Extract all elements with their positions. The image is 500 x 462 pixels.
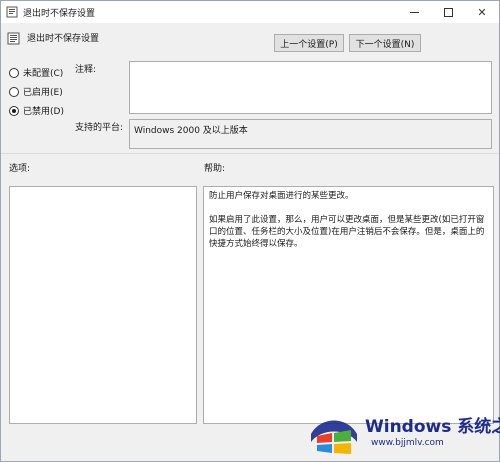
radio-button[interactable] xyxy=(9,105,19,116)
radio-selected-dot xyxy=(12,108,16,113)
help-paragraph: 防止用户保存对桌面进行的某些更改。 xyxy=(209,191,354,201)
options-panel[interactable] xyxy=(9,186,197,424)
comment-textarea[interactable] xyxy=(129,61,492,114)
radio-label: 未配置(C) xyxy=(23,69,64,79)
supported-platform-field: Windows 2000 及以上版本 xyxy=(129,119,492,149)
minimize-button[interactable] xyxy=(397,1,431,23)
radio-label: 已禁用(D) xyxy=(23,107,64,117)
window-title: 退出时不保存设置 xyxy=(23,9,96,19)
radio-not-configured[interactable]: 未配置(C) xyxy=(9,66,63,79)
policy-document-icon xyxy=(7,32,20,45)
radio-button[interactable] xyxy=(9,86,19,97)
minimize-icon xyxy=(409,11,419,13)
help-panel[interactable]: 防止用户保存对桌面进行的某些更改。 如果启用了此设置，那么，用户可以更改桌面，但… xyxy=(203,186,494,424)
close-button[interactable]: ✕ xyxy=(465,1,499,23)
policy-setting-icon xyxy=(6,6,18,18)
section-divider xyxy=(1,153,499,154)
watermark-url: www.bjjmlv.com xyxy=(371,438,444,448)
policy-window: 退出时不保存设置 ✕ 退出时不保存设置 上一个设置(P) 下一个设置(N) 未配… xyxy=(0,0,500,462)
watermark: Windows 系统之家 www.bjjmlv.com xyxy=(307,406,500,456)
radio-disabled[interactable]: 已禁用(D) xyxy=(9,104,64,117)
radio-enabled[interactable]: 已启用(E) xyxy=(9,85,63,98)
previous-setting-button[interactable]: 上一个设置(P) xyxy=(274,34,344,52)
radio-button[interactable] xyxy=(9,67,19,78)
title-bar[interactable]: 退出时不保存设置 ✕ xyxy=(1,1,499,23)
close-icon: ✕ xyxy=(477,5,487,19)
windows-logo-icon xyxy=(311,420,357,454)
platform-label: 支持的平台: xyxy=(75,123,124,133)
help-paragraph: 如果启用了此设置，那么，用户可以更改桌面，但是某些更改(如已打开窗口的位置、任务… xyxy=(209,215,485,249)
comment-label: 注释: xyxy=(75,65,97,75)
radio-label: 已启用(E) xyxy=(23,88,63,98)
next-setting-button[interactable]: 下一个设置(N) xyxy=(349,34,421,52)
help-label: 帮助: xyxy=(204,164,226,174)
watermark-brand: Windows 系统之家 xyxy=(365,417,500,437)
options-label: 选项: xyxy=(9,164,31,174)
maximize-button[interactable] xyxy=(431,1,465,23)
policy-title: 退出时不保存设置 xyxy=(27,34,100,44)
maximize-icon xyxy=(443,7,453,17)
